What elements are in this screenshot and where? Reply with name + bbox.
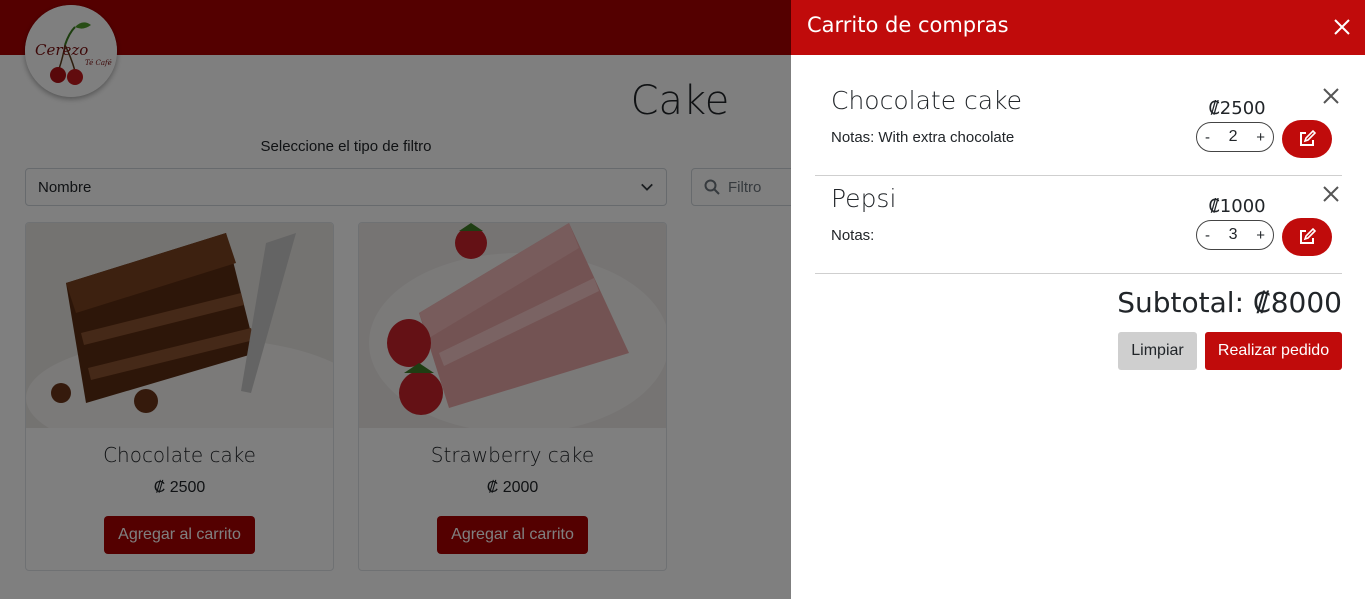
quantity-value: 2: [1228, 128, 1238, 145]
cart-item-name: Pepsi: [831, 184, 897, 213]
cart-header: Carrito de compras: [791, 0, 1365, 55]
place-order-button[interactable]: Realizar pedido: [1205, 332, 1342, 370]
increment-button[interactable]: +: [1256, 129, 1265, 146]
quantity-stepper: - 2 +: [1196, 122, 1274, 152]
remove-item-button[interactable]: [1321, 86, 1341, 106]
shopping-cart-panel: Carrito de compras Chocolate cake Notas:…: [791, 0, 1365, 599]
clear-cart-button[interactable]: Limpiar: [1118, 332, 1197, 370]
edit-icon: [1300, 227, 1317, 244]
notes-label: Notas:: [831, 227, 875, 244]
close-icon: [1334, 19, 1350, 35]
quantity-stepper: - 3 +: [1196, 220, 1274, 250]
close-icon: [1323, 88, 1339, 104]
decrement-button[interactable]: -: [1205, 129, 1210, 146]
quantity-value: 3: [1228, 226, 1238, 243]
remove-item-button[interactable]: [1321, 184, 1341, 204]
edit-notes-button[interactable]: [1282, 120, 1332, 158]
cart-item-notes: Notas: With extra chocolate: [831, 129, 1014, 146]
cart-item: Chocolate cake Notas: With extra chocolat…: [815, 78, 1342, 176]
cart-item-name: Chocolate cake: [831, 86, 1023, 115]
decrement-button[interactable]: -: [1205, 227, 1210, 244]
cart-item-price: ₡2500: [1208, 98, 1266, 119]
cart-title: Carrito de compras: [807, 13, 1009, 37]
increment-button[interactable]: +: [1256, 227, 1265, 244]
notes-label: Notas:: [831, 129, 875, 146]
cart-item-price: ₡1000: [1208, 196, 1266, 217]
edit-icon: [1300, 129, 1317, 146]
offcanvas-backdrop[interactable]: [0, 0, 791, 599]
cart-item: Pepsi Notas: ₡1000 - 3 +: [815, 176, 1342, 274]
edit-notes-button[interactable]: [1282, 218, 1332, 256]
cart-item-notes: Notas:: [831, 227, 878, 244]
notes-text: With extra chocolate: [878, 129, 1015, 146]
close-icon: [1323, 186, 1339, 202]
close-cart-button[interactable]: [1332, 17, 1352, 37]
cart-subtotal: Subtotal: ₡8000: [1117, 286, 1342, 319]
